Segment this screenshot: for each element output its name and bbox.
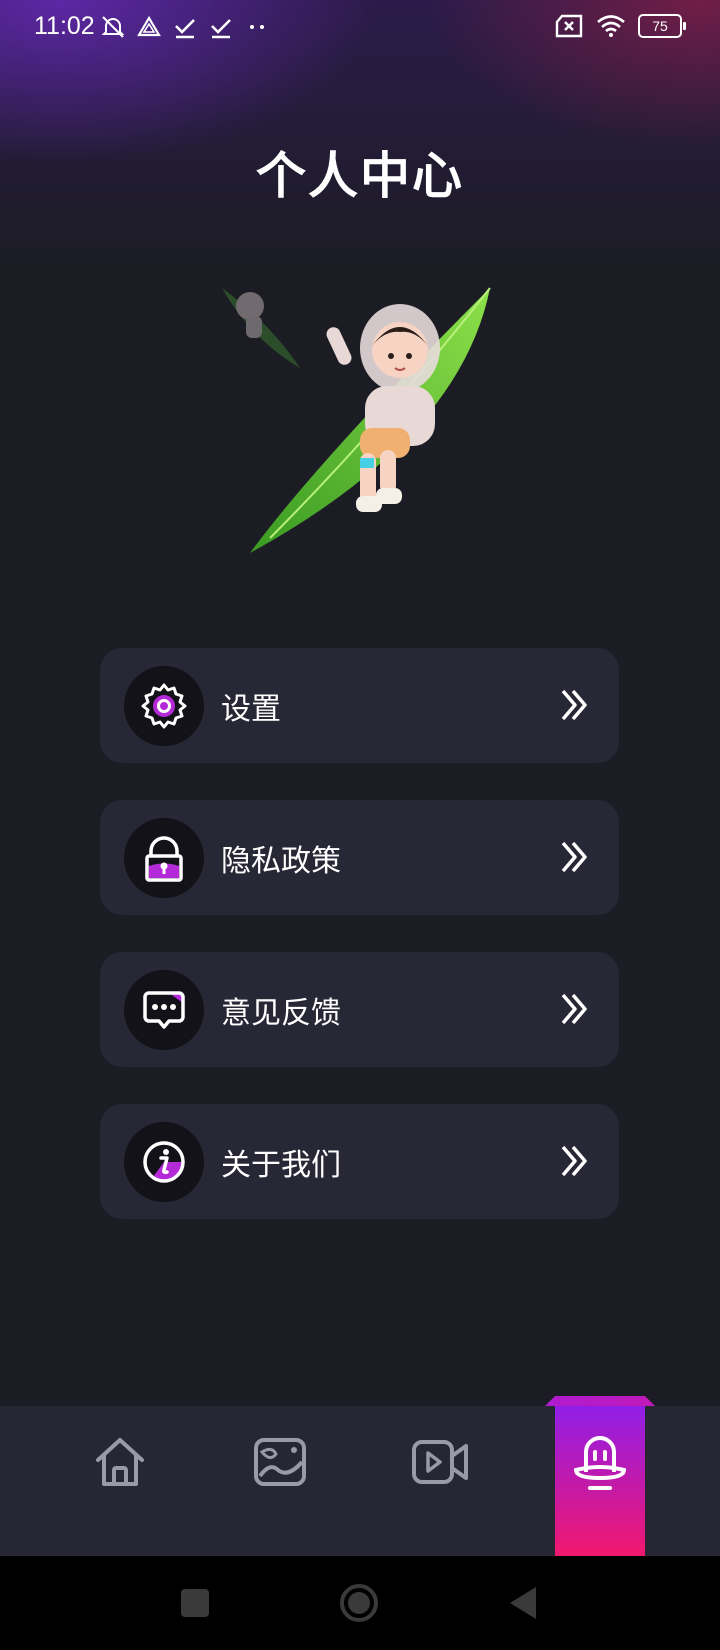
check-icon: [175, 19, 195, 39]
chat-icon: [124, 969, 204, 1050]
hero-illustration: [222, 287, 491, 553]
menu-item-privacy-policy[interactable]: 隐私政策: [100, 800, 619, 915]
double-chevron-right-icon: [561, 689, 587, 721]
more-dots-icon: [250, 25, 264, 29]
gallery-icon: [254, 1438, 306, 1486]
menu-list: 设置 隐私政策 意见反馈 关于我们: [100, 648, 619, 1256]
nav-tab-profile[interactable]: [570, 1432, 630, 1492]
mute-bell-icon: [101, 16, 125, 38]
menu-item-about-us[interactable]: 关于我们: [100, 1104, 619, 1219]
back-button[interactable]: [502, 1582, 544, 1624]
menu-item-label: 意见反馈: [221, 995, 341, 1031]
menu-item-label: 关于我们: [221, 1147, 341, 1183]
menu-item-label: 设置: [221, 691, 281, 727]
status-notification-icons: [100, 14, 270, 40]
sim-off-icon: [555, 14, 583, 38]
gear-icon: [124, 665, 204, 746]
menu-item-settings[interactable]: 设置: [100, 648, 619, 763]
nav-tab-video[interactable]: [410, 1432, 470, 1492]
wifi-icon: [597, 15, 625, 37]
check-icon: [211, 19, 231, 39]
video-icon: [412, 1440, 468, 1484]
nav-tab-home[interactable]: [90, 1432, 150, 1492]
status-right-icons: 75: [554, 14, 686, 38]
lock-icon: [124, 817, 204, 898]
profile-icon: [573, 1436, 627, 1490]
double-chevron-right-icon: [561, 993, 587, 1025]
menu-item-label: 隐私政策: [221, 843, 341, 879]
home-icon: [96, 1438, 144, 1486]
page-title: 个人中心: [256, 147, 464, 205]
home-button[interactable]: [338, 1582, 380, 1624]
system-nav-bar: [0, 1556, 720, 1650]
status-time: 11:02: [34, 12, 95, 40]
recent-apps-button[interactable]: [174, 1582, 216, 1624]
nav-tab-gallery[interactable]: [250, 1432, 310, 1492]
info-icon: [124, 1121, 204, 1202]
double-chevron-right-icon: [561, 1145, 587, 1177]
menu-item-feedback[interactable]: 意见反馈: [100, 952, 619, 1067]
battery-indicator: 75: [638, 14, 686, 38]
bottom-nav: [0, 1396, 720, 1556]
drive-icon: [137, 15, 161, 37]
status-bar: 11:02 75: [0, 0, 720, 56]
double-chevron-right-icon: [561, 841, 587, 873]
